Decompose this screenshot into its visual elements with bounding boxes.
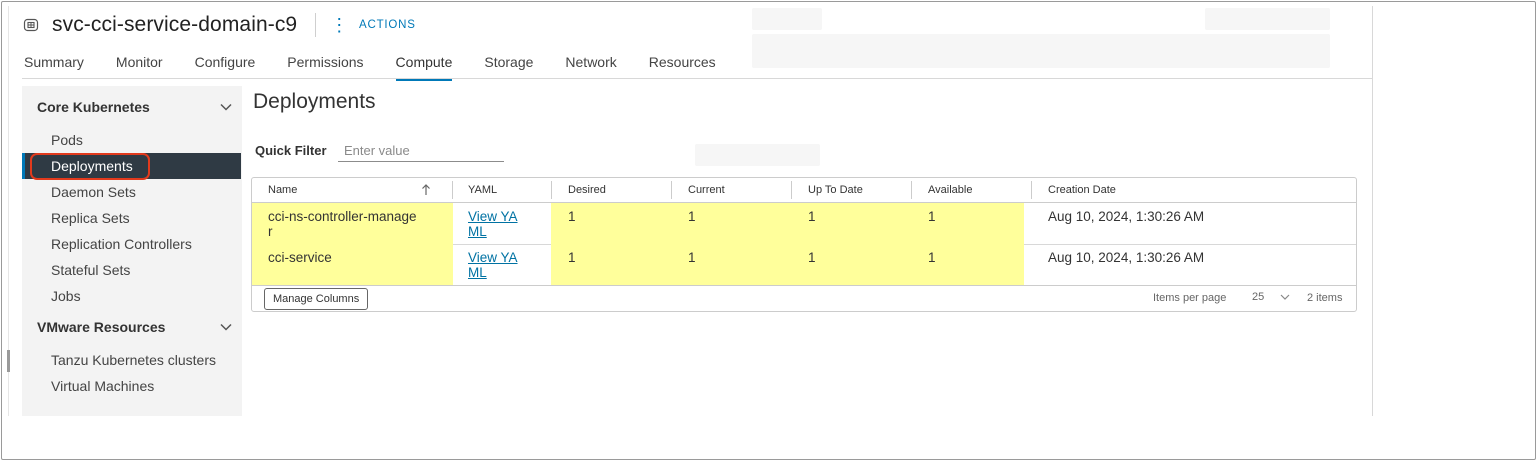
header-divider xyxy=(315,13,317,37)
tab-summary[interactable]: Summary xyxy=(24,50,84,78)
tab-monitor[interactable]: Monitor xyxy=(116,50,163,78)
callout-highlight xyxy=(30,153,150,180)
column-header-name[interactable]: Name xyxy=(268,184,297,196)
group-label: Core Kubernetes xyxy=(37,99,150,115)
chevron-down-icon xyxy=(220,103,232,111)
deployments-table: Name YAML Desired Current Up To Date Ava… xyxy=(251,177,1357,312)
sidebar-item-virtual-machines[interactable]: Virtual Machines xyxy=(51,378,154,394)
items-per-page-label: Items per page xyxy=(1153,292,1227,304)
cell-desired: 1 xyxy=(568,209,576,224)
column-separator[interactable] xyxy=(452,181,453,199)
column-separator[interactable] xyxy=(791,181,792,199)
resize-handle[interactable] xyxy=(7,350,10,372)
cell-creation-date: Aug 10, 2024, 1:30:26 AM xyxy=(1048,250,1205,265)
sort-ascending-icon[interactable] xyxy=(421,183,431,201)
namespace-icon xyxy=(22,16,40,34)
quick-filter-input[interactable] xyxy=(338,140,504,162)
row-highlight xyxy=(551,244,1024,285)
table-row[interactable]: cci-service View YA ML 1 1 1 1 Aug 10, 20… xyxy=(252,244,1356,286)
sidebar-item-replica-sets[interactable]: Replica Sets xyxy=(51,210,130,226)
manage-columns-button[interactable]: Manage Columns xyxy=(264,288,369,310)
tab-configure[interactable]: Configure xyxy=(195,50,256,78)
sidebar-item-replication-controllers[interactable]: Replication Controllers xyxy=(51,236,192,252)
tab-compute[interactable]: Compute xyxy=(395,50,452,81)
cell-yaml: View YA ML xyxy=(468,250,518,280)
content-edge xyxy=(1372,6,1373,416)
group-label: VMware Resources xyxy=(37,319,166,335)
selected-item-indicator xyxy=(22,153,25,179)
column-separator[interactable] xyxy=(671,181,672,199)
cell-current: 1 xyxy=(688,209,696,224)
tab-storage[interactable]: Storage xyxy=(484,50,533,78)
page-size-value: 25 xyxy=(1252,291,1265,303)
blurred-region xyxy=(1205,8,1330,30)
cell-available: 1 xyxy=(928,250,936,265)
cell-yaml: View YA ML xyxy=(468,209,518,239)
quick-filter-label: Quick Filter xyxy=(255,143,327,158)
cell-up-to-date: 1 xyxy=(808,250,816,265)
table-row[interactable]: cci-ns-controller-manage r View YA ML 1 1… xyxy=(252,203,1356,245)
sidebar-item-daemon-sets[interactable]: Daemon Sets xyxy=(51,184,136,200)
blurred-region xyxy=(752,8,822,30)
cell-creation-date: Aug 10, 2024, 1:30:26 AM xyxy=(1048,209,1205,224)
name-line: r xyxy=(268,224,273,239)
page-size-select[interactable]: 25 xyxy=(1252,291,1290,303)
chevron-down-icon xyxy=(1280,294,1290,300)
row-highlight xyxy=(551,203,1024,244)
compute-sidebar: Core Kubernetes Pods Deployments Daemon … xyxy=(22,86,242,416)
name-line: cci-ns-controller-manage xyxy=(268,209,417,224)
name-line: cci-service xyxy=(268,250,332,265)
cell-available: 1 xyxy=(928,209,936,224)
group-core-kubernetes[interactable]: Core Kubernetes xyxy=(37,99,232,115)
table-footer: Manage Columns Items per page 25 2 items xyxy=(252,285,1356,312)
vertical-ellipsis-icon: ⋮ xyxy=(330,15,350,35)
blurred-region xyxy=(752,34,1330,68)
object-header: svc-cci-service-domain-c9 ⋮ ACTIONS xyxy=(22,10,416,40)
column-header-up-to-date[interactable]: Up To Date xyxy=(808,184,863,196)
actions-menu-button[interactable]: ⋮ ACTIONS xyxy=(330,16,416,34)
cell-name: cci-service xyxy=(268,250,448,265)
cell-desired: 1 xyxy=(568,250,576,265)
view-yaml-link[interactable]: View YA ML xyxy=(468,209,518,239)
table-header: Name YAML Desired Current Up To Date Ava… xyxy=(252,178,1356,203)
page-title: svc-cci-service-domain-c9 xyxy=(52,13,298,36)
blurred-region xyxy=(695,144,820,166)
sidebar-item-tanzu-kubernetes-clusters[interactable]: Tanzu Kubernetes clusters xyxy=(51,352,216,368)
tab-permissions[interactable]: Permissions xyxy=(287,50,363,78)
object-tabs: Summary Monitor Configure Permissions Co… xyxy=(24,50,748,81)
sidebar-item-jobs[interactable]: Jobs xyxy=(51,288,81,304)
actions-label: ACTIONS xyxy=(359,19,416,31)
cell-current: 1 xyxy=(688,250,696,265)
group-vmware-resources[interactable]: VMware Resources xyxy=(37,319,232,335)
chevron-down-icon xyxy=(220,323,232,331)
column-separator[interactable] xyxy=(551,181,552,199)
column-header-current[interactable]: Current xyxy=(688,184,725,196)
column-separator[interactable] xyxy=(911,181,912,199)
section-title: Deployments xyxy=(253,90,376,113)
column-header-desired[interactable]: Desired xyxy=(568,184,606,196)
column-separator[interactable] xyxy=(1031,181,1032,199)
sidebar-item-stateful-sets[interactable]: Stateful Sets xyxy=(51,262,130,278)
tab-network[interactable]: Network xyxy=(565,50,616,78)
column-header-available[interactable]: Available xyxy=(928,184,972,196)
column-header-creation-date[interactable]: Creation Date xyxy=(1048,184,1116,196)
column-header-yaml[interactable]: YAML xyxy=(468,184,497,196)
cell-up-to-date: 1 xyxy=(808,209,816,224)
cell-name: cci-ns-controller-manage r xyxy=(268,209,448,239)
tab-resources[interactable]: Resources xyxy=(649,50,716,78)
view-yaml-link[interactable]: View YA ML xyxy=(468,250,518,280)
total-items-label: 2 items xyxy=(1307,292,1343,304)
tabs-divider xyxy=(22,78,1372,79)
sidebar-item-pods[interactable]: Pods xyxy=(51,132,83,148)
